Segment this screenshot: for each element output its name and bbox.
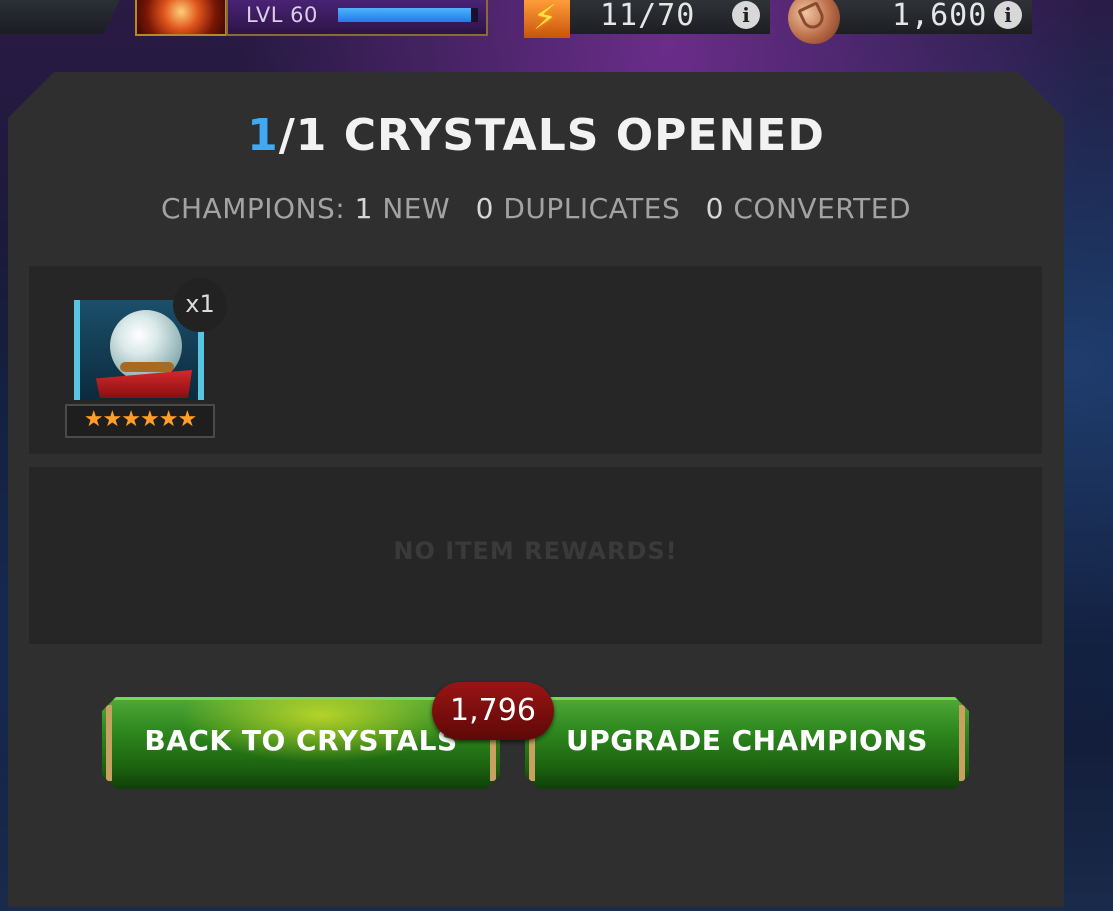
champion-rewards-panel: ★★★★★★ x1: [29, 266, 1042, 454]
upgrade-champions-button[interactable]: UPGRADE CHAMPIONS: [525, 697, 969, 789]
energy-icon: ⚡: [524, 0, 570, 38]
shield-coin-icon: [779, 0, 849, 53]
dialog-title: 1/1 CRYSTALS OPENED: [8, 110, 1064, 161]
item-rewards-panel: NO ITEM REWARDS!: [29, 467, 1042, 644]
energy-value: 11/70: [600, 0, 696, 33]
top-bar: LVL 60 ⚡ 11/70 i 1,600 i: [0, 0, 1113, 53]
currency-value: 1,600: [892, 0, 988, 33]
duplicates-count: 0: [475, 192, 494, 225]
upgrade-button-label: UPGRADE CHAMPIONS: [566, 724, 928, 757]
energy-info-icon[interactable]: i: [732, 1, 760, 29]
level-panel: LVL 60: [226, 0, 488, 36]
xp-bar-fill: [338, 8, 471, 22]
no-items-message: NO ITEM REWARDS!: [393, 537, 678, 565]
converted-count: 0: [705, 192, 724, 225]
cost-badge: 1,796: [432, 682, 554, 740]
energy-panel: 11/70 i: [570, 0, 770, 34]
xp-bar: [338, 8, 478, 22]
champions-summary: CHAMPIONS: 1 NEW 0 DUPLICATES 0 CONVERTE…: [8, 192, 1064, 225]
summary-label: CHAMPIONS:: [160, 192, 346, 225]
new-label: NEW: [382, 192, 451, 225]
duplicates-label: DUPLICATES: [503, 192, 681, 225]
player-avatar[interactable]: [135, 0, 227, 36]
new-count: 1: [354, 192, 373, 225]
star-rating: ★★★★★★: [65, 404, 215, 438]
stars-icon: ★★★★★★: [83, 407, 197, 432]
currency-panel: 1,600 i: [820, 0, 1032, 34]
converted-label: CONVERTED: [733, 192, 912, 225]
crystal-stand: [120, 362, 174, 372]
currency-info-icon[interactable]: i: [994, 1, 1022, 29]
level-label: LVL 60: [246, 3, 318, 27]
back-tab[interactable]: [0, 0, 120, 34]
crystal-base: [96, 370, 192, 398]
back-button-label: BACK TO CRYSTALS: [144, 724, 458, 757]
crystal-reward-card[interactable]: ★★★★★★ x1: [65, 288, 215, 433]
opened-count: 1: [247, 110, 279, 161]
title-text: /1 CRYSTALS OPENED: [278, 110, 825, 161]
quantity-badge: x1: [173, 278, 227, 332]
